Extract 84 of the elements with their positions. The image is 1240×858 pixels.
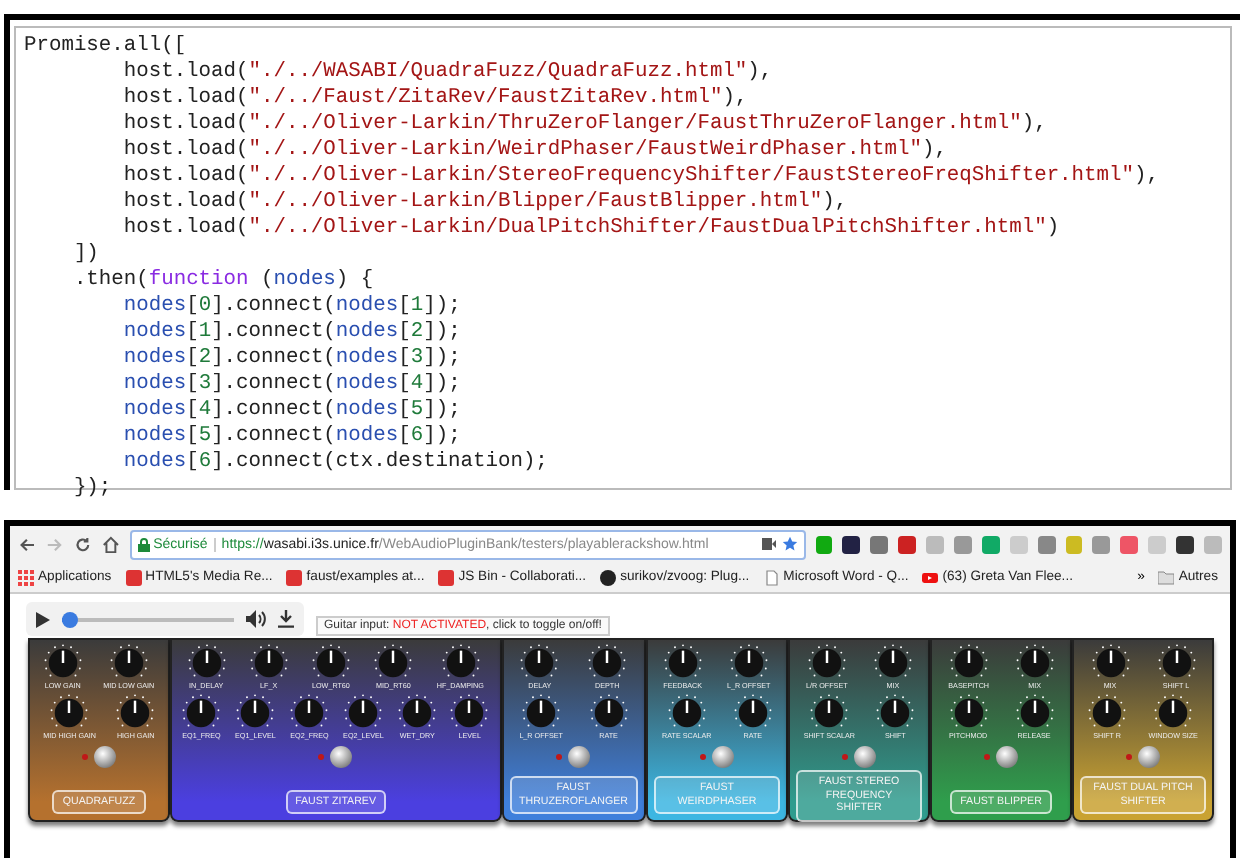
code-line: host.load("./../Oliver-Larkin/WeirdPhaser/FaustWeirdPhaser.html"), [121, 138, 949, 164]
knob[interactable] [733, 694, 772, 732]
knob[interactable] [589, 694, 628, 732]
reload-icon[interactable] [73, 535, 92, 553]
footswitch[interactable] [853, 746, 876, 768]
knob[interactable] [876, 694, 915, 732]
footswitch[interactable] [996, 746, 1018, 768]
footswitch[interactable] [568, 746, 591, 768]
code-line: host.load("./../Faust/ZitaRev/FaustZitaRev.html"), [121, 86, 750, 112]
code-line: ]) [71, 242, 101, 268]
code-line: .then(function (nodes) { [71, 268, 376, 294]
code-line: nodes[2].connect(nodes[3]); [121, 346, 463, 372]
led-icon [699, 754, 706, 760]
knob[interactable] [1015, 644, 1054, 682]
camera-icon[interactable] [761, 538, 776, 550]
code-line: nodes[4].connect(nodes[5]); [121, 398, 463, 424]
play-video-icon [922, 569, 939, 585]
download-icon[interactable] [278, 610, 294, 628]
code-line: Promise.all([ [24, 34, 189, 60]
knob[interactable] [520, 644, 559, 682]
knob[interactable] [810, 694, 849, 732]
led-icon [984, 754, 990, 760]
folder-icon [1158, 569, 1175, 585]
knob[interactable] [50, 694, 89, 732]
knob[interactable] [522, 694, 561, 732]
knob[interactable] [588, 644, 627, 682]
knob[interactable] [116, 694, 155, 732]
knob[interactable] [398, 694, 437, 732]
knob[interactable] [1154, 694, 1193, 732]
knob[interactable] [949, 644, 988, 682]
knob[interactable] [873, 644, 912, 682]
code-line: }); [71, 476, 114, 502]
footswitch[interactable] [711, 746, 734, 768]
knob[interactable] [109, 644, 148, 682]
knob[interactable] [187, 644, 226, 682]
knob[interactable] [1091, 644, 1130, 682]
apps-grid-icon [18, 569, 34, 585]
led-icon [556, 754, 563, 760]
play-icon[interactable] [36, 611, 50, 627]
knob[interactable] [182, 694, 221, 732]
knob[interactable] [249, 644, 288, 682]
knob[interactable] [236, 694, 275, 732]
knob[interactable] [729, 644, 768, 682]
knob[interactable] [1157, 644, 1196, 682]
home-icon[interactable] [101, 535, 120, 553]
code-line: host.load("./../WASABI/QuadraFuzz/QuadraFuzz.html"), [121, 60, 775, 86]
code-line: nodes[5].connect(nodes[6]); [121, 424, 463, 450]
knob[interactable] [1088, 694, 1127, 732]
slider-thumb[interactable] [62, 611, 79, 627]
knob[interactable] [311, 644, 350, 682]
code-line: nodes[1].connect(nodes[2]); [121, 320, 463, 346]
knob[interactable] [1015, 694, 1054, 732]
site-favicon-icon [286, 569, 303, 585]
site-favicon-icon [125, 569, 142, 585]
knob[interactable] [667, 694, 706, 732]
led-icon [841, 754, 848, 760]
lock-icon [137, 537, 150, 551]
code-line: host.load("./../Oliver-Larkin/Blipper/FaustBlipper.html"), [121, 190, 850, 216]
star-icon[interactable] [781, 536, 798, 552]
code-line: host.load("./../Oliver-Larkin/ThruZeroFlanger/FaustThruZeroFlanger.html"), [121, 112, 1049, 138]
knob[interactable] [807, 644, 846, 682]
led-icon [1126, 754, 1133, 760]
footswitch[interactable] [330, 746, 353, 768]
knob[interactable] [43, 644, 82, 682]
led-icon [318, 754, 325, 760]
code-line: nodes[0].connect(nodes[1]); [121, 294, 463, 320]
code-line: host.load("./../Oliver-Larkin/StereoFrequencyShifter/FaustStereoFreqShifter.html"), [121, 164, 1161, 190]
knob[interactable] [441, 644, 480, 682]
knob[interactable] [450, 694, 489, 732]
site-favicon-icon [438, 569, 455, 585]
footswitch[interactable] [94, 746, 116, 768]
code-line: host.load("./../Oliver-Larkin/DualPitchShifter/FaustDualPitchShifter.html") [121, 216, 1062, 242]
knob[interactable] [949, 694, 988, 732]
knob[interactable] [663, 644, 702, 682]
back-icon[interactable] [18, 535, 36, 553]
footswitch[interactable] [1138, 746, 1161, 768]
led-icon [82, 754, 88, 760]
volume-icon[interactable] [246, 610, 266, 628]
knob[interactable] [344, 694, 383, 732]
page-icon [763, 569, 780, 585]
code-line: nodes[6].connect(ctx.destination); [121, 450, 550, 476]
code-line: nodes[3].connect(nodes[4]); [121, 372, 463, 398]
knob[interactable] [374, 644, 413, 682]
knob[interactable] [290, 694, 329, 732]
